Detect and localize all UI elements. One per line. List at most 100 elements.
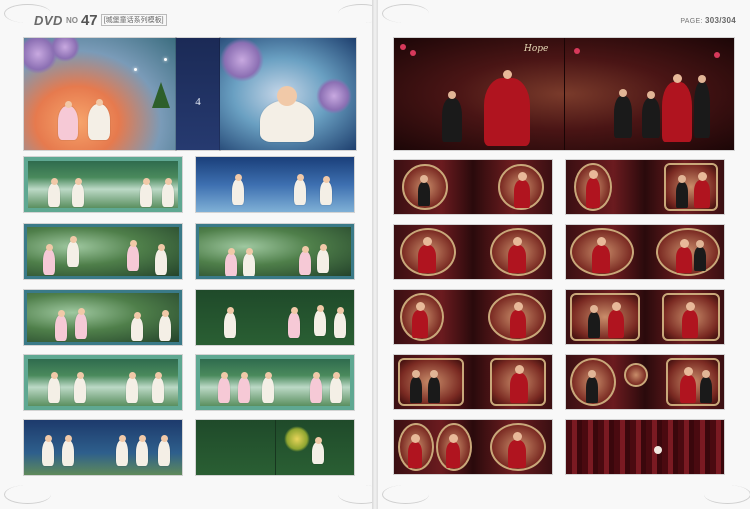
child-figure	[131, 312, 143, 341]
page-numbers: 303/304	[704, 16, 736, 25]
page-header-left: DVD NO 47 [城堡童话系列模板]	[34, 11, 167, 29]
thumbnail[interactable]	[24, 157, 182, 212]
boy-figure	[642, 91, 660, 138]
woman-figure	[682, 302, 698, 338]
woman-figure	[484, 70, 530, 146]
child-figure	[127, 240, 139, 271]
boy-figure	[694, 75, 710, 138]
thumbnail[interactable]	[566, 420, 724, 474]
lilac-flowers-decor	[220, 38, 264, 82]
left-page: DVD NO 47 [城堡童话系列模板] 4	[0, 0, 385, 509]
thumbnail[interactable]	[394, 355, 552, 409]
corner-ornament	[382, 4, 429, 23]
child-figure	[224, 307, 236, 338]
child-figure	[334, 307, 346, 338]
boy-figure	[676, 175, 688, 208]
child-figure	[312, 437, 324, 464]
child-figure	[116, 435, 128, 466]
child-figure	[294, 174, 306, 205]
sparkle	[164, 58, 167, 61]
boy-figure	[614, 89, 632, 138]
thumbnail[interactable]	[394, 225, 552, 279]
thumbnail[interactable]	[24, 420, 182, 475]
child-figure	[152, 372, 164, 403]
lilac-flowers-decor	[316, 78, 352, 114]
rose-decor	[714, 52, 720, 58]
thumbnail[interactable]	[196, 420, 354, 475]
thumbnail[interactable]	[566, 355, 724, 409]
woman-figure	[508, 237, 526, 273]
yellow-flowers-decor	[284, 426, 310, 452]
child-figure	[262, 372, 274, 403]
rose-decor	[410, 50, 416, 56]
boy-figure	[410, 370, 422, 403]
hero-title-panel[interactable]: 4	[176, 38, 220, 150]
woman-figure	[608, 302, 624, 338]
child-figure	[330, 372, 342, 403]
sparkle	[134, 68, 137, 71]
thumbnail[interactable]	[196, 355, 354, 410]
boy-figure	[442, 91, 462, 142]
corner-ornament	[704, 485, 750, 504]
child-figure	[232, 174, 244, 205]
rose-decor	[400, 44, 406, 50]
child-figure	[155, 244, 167, 275]
woman-figure	[418, 237, 436, 273]
thumbnail[interactable]	[196, 290, 354, 345]
dvd-logo: DVD	[34, 12, 63, 28]
child-portrait	[260, 86, 314, 142]
child-figure	[75, 308, 87, 339]
thumbnail[interactable]	[24, 355, 182, 410]
hero-thumbnail-left[interactable]	[24, 38, 176, 150]
child-figure	[218, 372, 230, 403]
rose-decor	[574, 48, 580, 54]
magazine-spread: DVD NO 47 [城堡童话系列模板] 4 PAGE: 303/304 Hop…	[0, 0, 750, 509]
rose-decor	[654, 446, 662, 454]
thumbnail[interactable]	[394, 160, 552, 214]
boy-figure	[428, 370, 440, 403]
child-figure	[310, 372, 322, 403]
thumbnail[interactable]	[196, 157, 354, 212]
woman-figure	[514, 172, 530, 208]
thumbnail[interactable]	[24, 224, 182, 279]
fold-line	[275, 420, 276, 475]
woman-figure	[446, 434, 460, 468]
woman-figure	[510, 365, 528, 403]
issue-number: 47	[80, 11, 98, 29]
thumbnail[interactable]	[394, 290, 552, 344]
hero-thumbnail[interactable]: Hope	[394, 38, 734, 150]
child-figure	[43, 244, 55, 275]
child-figure	[243, 248, 255, 276]
woman-figure	[408, 434, 422, 468]
child-figure	[225, 248, 237, 276]
page-label: PAGE:	[680, 18, 703, 25]
page-header-right: PAGE: 303/304	[680, 16, 736, 25]
child-figure	[288, 307, 300, 338]
thumbnail[interactable]	[24, 290, 182, 345]
corner-ornament	[4, 485, 51, 504]
woman-figure	[510, 302, 526, 338]
child-figure	[88, 99, 110, 140]
oval-frame	[624, 363, 648, 387]
child-figure	[162, 178, 174, 207]
woman-figure	[676, 239, 692, 273]
thumbnail[interactable]	[566, 290, 724, 344]
child-figure	[314, 305, 326, 336]
hero-thumbnail-right[interactable]	[220, 38, 356, 150]
thumbnail[interactable]	[566, 160, 724, 214]
child-figure	[74, 372, 86, 403]
child-figure	[126, 372, 138, 403]
thumbnail[interactable]	[394, 420, 552, 474]
boy-figure	[588, 305, 600, 338]
boy-figure	[586, 370, 598, 403]
woman-figure	[412, 302, 428, 338]
child-figure	[299, 246, 311, 275]
child-figure	[158, 435, 170, 466]
child-figure	[48, 178, 60, 207]
thumbnail[interactable]	[196, 224, 354, 279]
boy-figure	[694, 240, 706, 271]
child-figure	[42, 435, 54, 466]
child-figure	[320, 176, 332, 205]
child-figure	[140, 178, 152, 207]
thumbnail[interactable]	[566, 225, 724, 279]
